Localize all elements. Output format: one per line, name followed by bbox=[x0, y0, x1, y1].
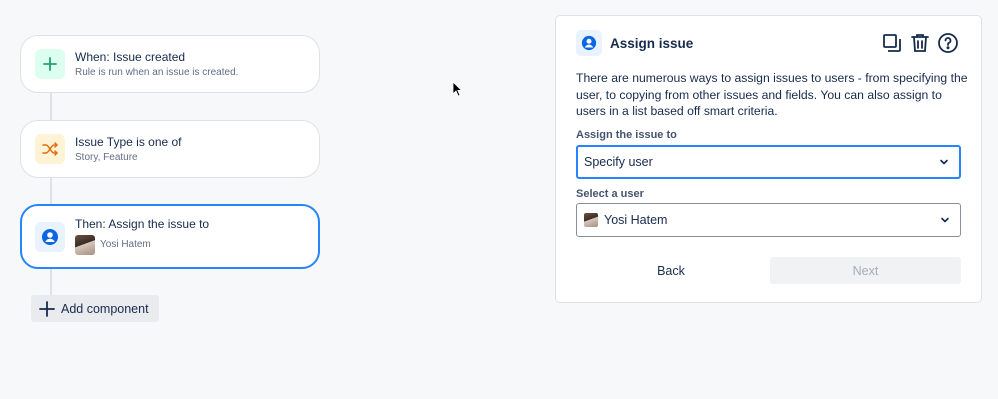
user-circle-icon bbox=[576, 30, 602, 56]
chevron-down-icon bbox=[940, 159, 948, 165]
chevron-down-icon bbox=[941, 217, 949, 223]
trigger-title: When: Issue created bbox=[75, 49, 186, 64]
trigger-card[interactable]: When: Issue created Rule is run when an … bbox=[20, 35, 320, 93]
duplicate-icon[interactable] bbox=[881, 32, 903, 54]
assign-select[interactable]: Specify user bbox=[576, 145, 961, 179]
connector-line bbox=[50, 92, 52, 121]
trigger-subtitle: Rule is run when an issue is created. bbox=[75, 66, 239, 78]
assign-select-value: Specify user bbox=[584, 155, 653, 169]
connector-line bbox=[50, 177, 52, 206]
add-component-button[interactable]: Add component bbox=[31, 295, 159, 322]
condition-subtitle: Story, Feature bbox=[75, 151, 138, 163]
plus-icon bbox=[35, 49, 65, 79]
panel-title: Assign issue bbox=[610, 35, 694, 51]
action-subtitle-row: Yosi Hatem bbox=[75, 235, 209, 255]
user-select-value: Yosi Hatem bbox=[604, 213, 668, 227]
condition-title: Issue Type is one of bbox=[75, 134, 182, 149]
panel-description: There are numerous ways to assign issues… bbox=[576, 71, 968, 118]
add-component-label: Add component bbox=[61, 301, 149, 316]
action-card[interactable]: Then: Assign the issue to Yosi Hatem bbox=[20, 204, 320, 269]
user-field-label: Select a user bbox=[576, 188, 644, 200]
action-subtitle: Yosi Hatem bbox=[100, 239, 151, 250]
avatar bbox=[75, 235, 95, 255]
shuffle-icon bbox=[35, 134, 65, 164]
mouse-cursor-icon bbox=[452, 81, 463, 97]
help-icon[interactable] bbox=[937, 32, 959, 54]
action-title: Then: Assign the issue to bbox=[75, 217, 210, 231]
user-circle-icon bbox=[35, 221, 65, 252]
back-button[interactable]: Back bbox=[576, 257, 766, 284]
trash-icon[interactable] bbox=[909, 32, 931, 54]
user-select[interactable]: Yosi Hatem bbox=[576, 203, 961, 237]
assign-issue-panel: Assign issue There are numerous ways to … bbox=[555, 15, 982, 303]
panel-header: Assign issue bbox=[576, 30, 693, 56]
connector-line bbox=[50, 268, 52, 296]
assign-field-label: Assign the issue to bbox=[576, 129, 677, 141]
condition-card[interactable]: Issue Type is one of Story, Feature bbox=[20, 120, 320, 178]
next-button[interactable]: Next bbox=[770, 257, 961, 284]
avatar bbox=[584, 213, 598, 227]
plus-icon bbox=[39, 300, 55, 317]
